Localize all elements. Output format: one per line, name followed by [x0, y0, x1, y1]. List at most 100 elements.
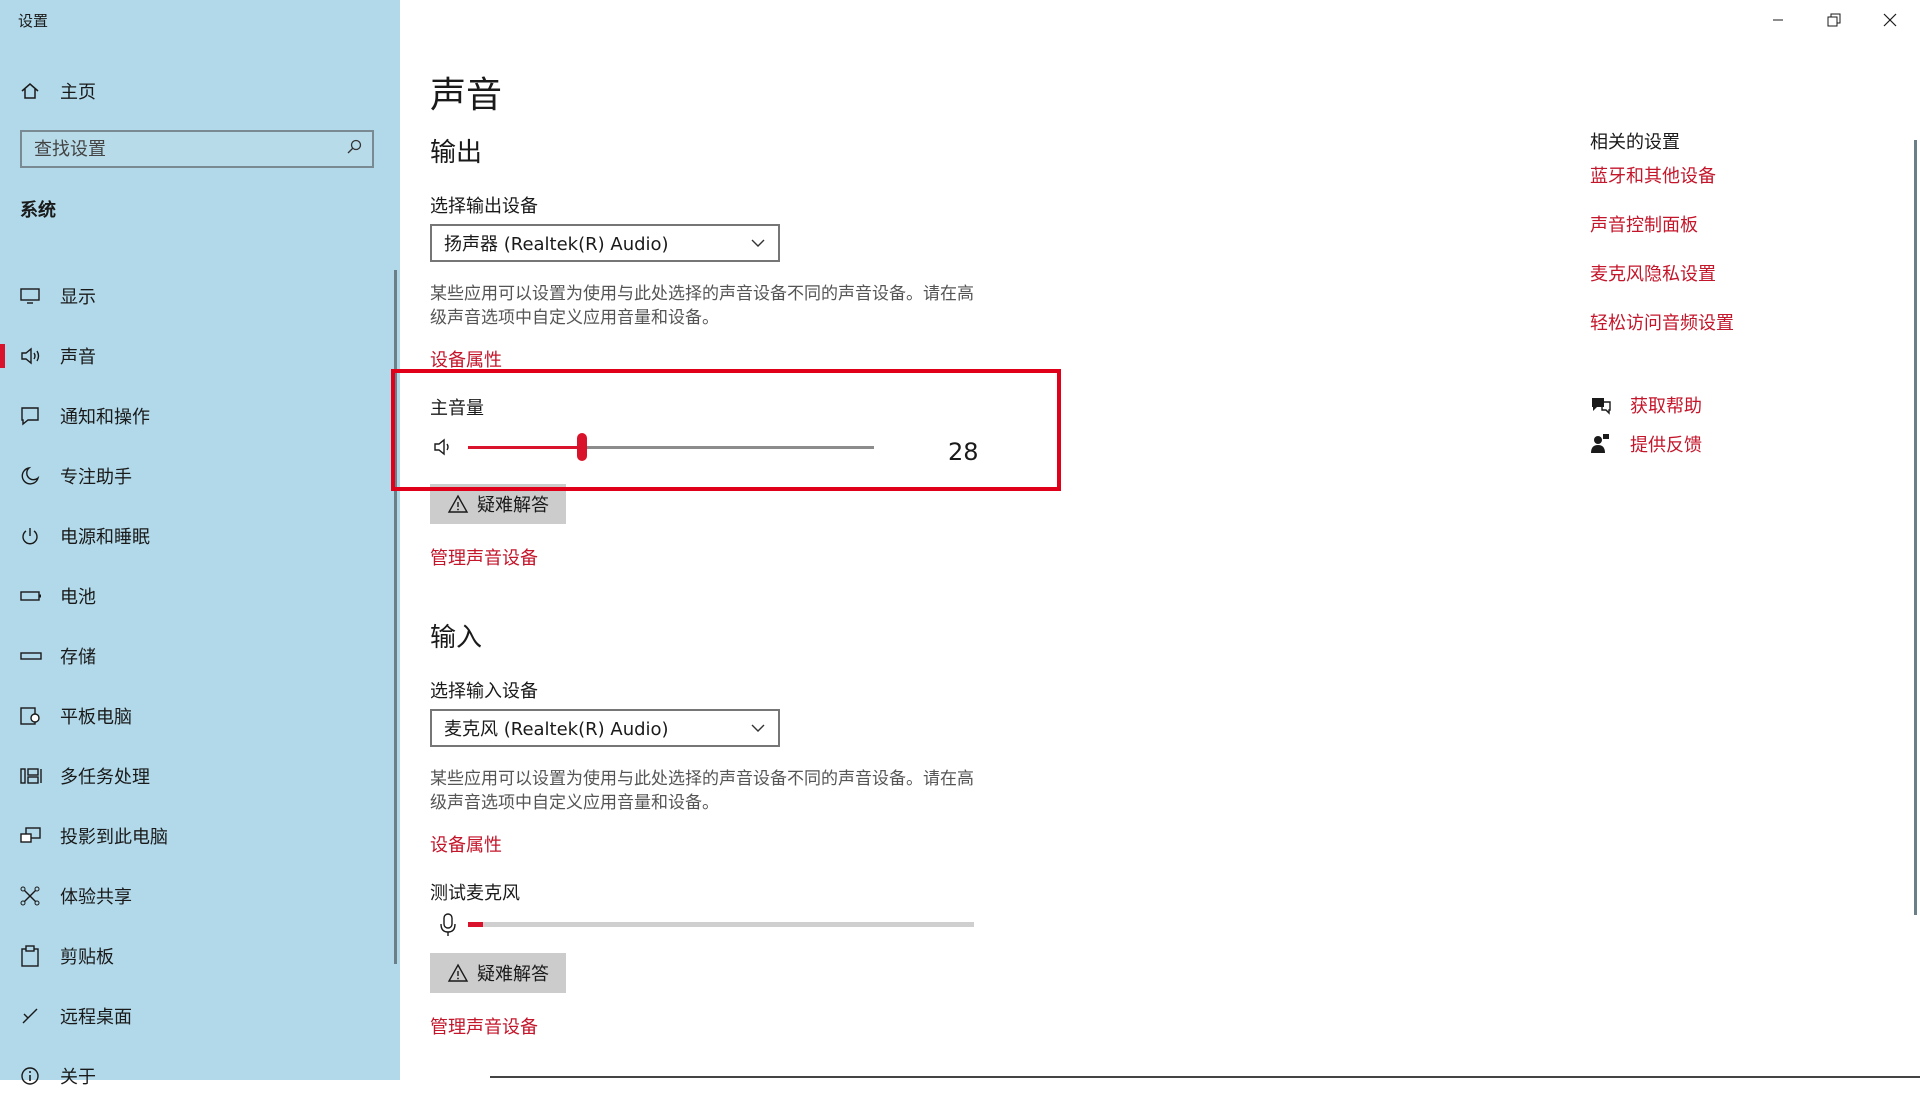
sidebar-item-tablet[interactable]: 平板电脑	[0, 686, 396, 746]
input-troubleshoot-button[interactable]: 疑难解答	[430, 953, 566, 993]
restore-icon	[1827, 13, 1841, 27]
search-box[interactable]	[20, 130, 374, 168]
related-link-ease-of-access-audio[interactable]: 轻松访问音频设置	[1590, 309, 1734, 335]
sidebar-item-label: 电池	[60, 587, 96, 608]
warning-icon	[447, 963, 469, 983]
input-description-line: 某些应用可以设置为使用与此处选择的声音设备不同的声音设备。请在高	[430, 769, 974, 789]
output-device-value: 扬声器 (Realtek(R) Audio)	[444, 234, 669, 255]
info-icon	[20, 1066, 50, 1086]
sidebar-item-about[interactable]: 关于	[0, 1046, 396, 1106]
output-description: 某些应用可以设置为使用与此处选择的声音设备不同的声音设备。请在高 级声音选项中自…	[430, 282, 1010, 330]
output-description-line: 某些应用可以设置为使用与此处选择的声音设备不同的声音设备。请在高	[430, 284, 974, 304]
minimize-icon	[1773, 19, 1783, 21]
minimize-button[interactable]	[1750, 0, 1806, 40]
sidebar: 设置 主页 系统 显示 声音 通知和操作 专注助手 电源和	[0, 0, 400, 1088]
mic-level-track	[468, 922, 974, 927]
output-select-label: 选择输出设备	[430, 196, 538, 217]
main-scrollbar[interactable]	[1914, 140, 1917, 915]
battery-icon	[20, 590, 50, 602]
multitask-icon	[20, 766, 50, 786]
sidebar-item-label: 多任务处理	[60, 767, 150, 788]
mic-level-fill	[468, 922, 484, 927]
bottom-edge-line	[490, 1076, 1920, 1078]
sidebar-item-shared-experiences[interactable]: 体验共享	[0, 866, 396, 926]
sidebar-item-label: 专注助手	[60, 467, 132, 488]
input-description-line: 级声音选项中自定义应用音量和设备。	[430, 793, 719, 813]
get-help-label: 获取帮助	[1630, 396, 1702, 417]
input-device-dropdown[interactable]: 麦克风 (Realtek(R) Audio)	[430, 709, 780, 747]
output-heading: 输出	[430, 138, 483, 168]
sidebar-item-label: 体验共享	[60, 887, 132, 908]
chevron-down-icon	[751, 239, 765, 247]
sidebar-item-label: 投影到此电脑	[60, 827, 168, 848]
remote-icon	[20, 1006, 50, 1026]
page-title: 声音	[430, 75, 503, 116]
feedback-link[interactable]: 提供反馈	[1590, 431, 1702, 457]
close-icon	[1883, 13, 1897, 27]
sidebar-item-label: 声音	[60, 347, 96, 368]
section-title: 系统	[20, 200, 56, 221]
warning-icon	[447, 494, 469, 514]
feedback-person-icon	[1590, 433, 1620, 455]
output-manage-devices-link[interactable]: 管理声音设备	[430, 544, 538, 570]
input-device-value: 麦克风 (Realtek(R) Audio)	[444, 719, 669, 740]
chevron-down-icon	[751, 724, 765, 732]
sidebar-item-label: 平板电脑	[60, 707, 132, 728]
sidebar-item-label: 关于	[60, 1067, 96, 1088]
troubleshoot-label: 疑难解答	[477, 495, 549, 516]
tablet-icon	[20, 706, 50, 726]
sidebar-item-sound[interactable]: 声音	[0, 326, 396, 386]
feedback-label: 提供反馈	[1630, 435, 1702, 456]
storage-icon	[20, 650, 50, 662]
sidebar-item-clipboard[interactable]: 剪贴板	[0, 926, 396, 986]
speaker-icon	[20, 347, 50, 365]
input-select-label: 选择输入设备	[430, 681, 538, 702]
sidebar-item-label: 远程桌面	[60, 1007, 132, 1028]
home-nav-item[interactable]: 主页	[20, 76, 96, 106]
home-label: 主页	[60, 82, 96, 103]
sidebar-item-label: 通知和操作	[60, 407, 150, 428]
input-description: 某些应用可以设置为使用与此处选择的声音设备不同的声音设备。请在高 级声音选项中自…	[430, 767, 1010, 815]
sidebar-item-notifications[interactable]: 通知和操作	[0, 386, 396, 446]
project-icon	[20, 826, 50, 846]
search-icon[interactable]	[346, 139, 362, 159]
help-chat-icon	[1590, 395, 1620, 415]
window-title-text: 设置	[18, 12, 49, 30]
input-device-properties-link[interactable]: 设备属性	[430, 831, 502, 857]
close-button[interactable]	[1862, 0, 1918, 40]
output-device-dropdown[interactable]: 扬声器 (Realtek(R) Audio)	[430, 224, 780, 262]
get-help-link[interactable]: 获取帮助	[1590, 392, 1702, 418]
sidebar-item-focus-assist[interactable]: 专注助手	[0, 446, 396, 506]
troubleshoot-label: 疑难解答	[477, 964, 549, 985]
monitor-icon	[20, 287, 50, 305]
share-icon	[20, 886, 50, 906]
home-icon	[20, 81, 50, 101]
sidebar-item-label: 存储	[60, 647, 96, 668]
related-link-mic-privacy[interactable]: 麦克风隐私设置	[1590, 260, 1716, 286]
test-mic-label: 测试麦克风	[430, 883, 520, 904]
input-heading: 输入	[430, 623, 483, 653]
sidebar-item-power-sleep[interactable]: 电源和睡眠	[0, 506, 396, 566]
microphone-icon	[438, 912, 458, 942]
sidebar-item-label: 剪贴板	[60, 947, 114, 968]
clipboard-icon	[20, 945, 50, 967]
restore-button[interactable]	[1806, 0, 1862, 40]
sidebar-item-label: 电源和睡眠	[60, 527, 150, 548]
sidebar-item-battery[interactable]: 电池	[0, 566, 396, 626]
power-icon	[20, 526, 50, 546]
related-link-sound-control-panel[interactable]: 声音控制面板	[1590, 211, 1698, 237]
sidebar-item-multitasking[interactable]: 多任务处理	[0, 746, 396, 806]
nav-list: 显示 声音 通知和操作 专注助手 电源和睡眠 电池 存储 平板电脑 多任务处理 …	[0, 266, 396, 1106]
sidebar-item-remote-desktop[interactable]: 远程桌面	[0, 986, 396, 1046]
related-link-bluetooth[interactable]: 蓝牙和其他设备	[1590, 162, 1716, 188]
sidebar-item-display[interactable]: 显示	[0, 266, 396, 326]
sidebar-item-storage[interactable]: 存储	[0, 626, 396, 686]
search-input[interactable]	[32, 137, 346, 161]
output-description-line: 级声音选项中自定义应用音量和设备。	[430, 308, 719, 328]
input-manage-devices-link[interactable]: 管理声音设备	[430, 1013, 538, 1039]
volume-highlight-box	[391, 369, 1061, 491]
sidebar-item-project[interactable]: 投影到此电脑	[0, 806, 396, 866]
notification-icon	[20, 406, 50, 426]
sidebar-item-label: 显示	[60, 287, 96, 308]
related-settings-title: 相关的设置	[1590, 132, 1680, 153]
